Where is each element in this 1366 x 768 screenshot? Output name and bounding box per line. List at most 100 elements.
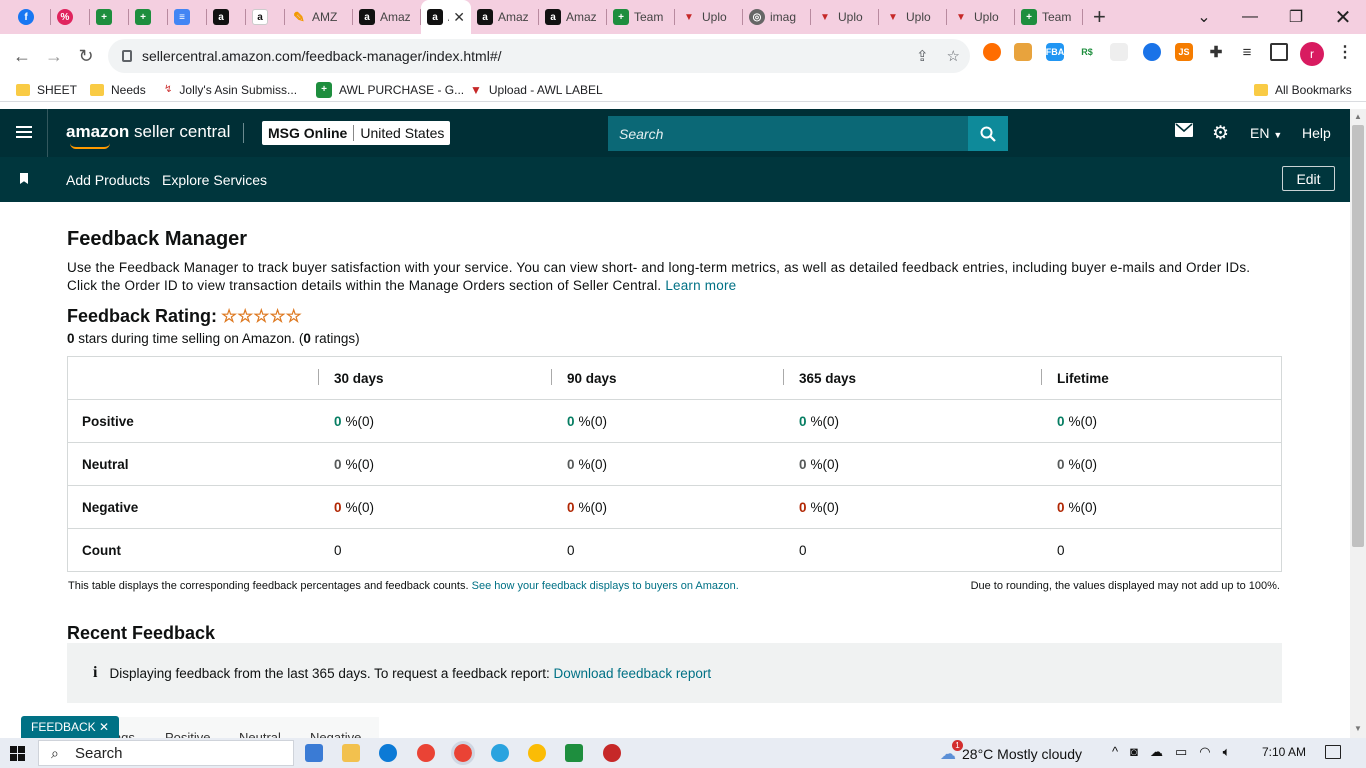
browser-tab[interactable]: a Amaz	[539, 0, 607, 34]
minimize-icon[interactable]: —	[1227, 0, 1273, 34]
row-label: Neutral	[82, 456, 129, 472]
browser-tab[interactable]: aA✕	[421, 0, 471, 34]
address-bar[interactable]: sellercentral.amazon.com/feedback-manage…	[108, 39, 970, 73]
scrollbar-thumb[interactable]	[1352, 125, 1364, 547]
hamburger-menu-icon[interactable]	[16, 126, 32, 139]
new-tab-icon[interactable]: +	[1083, 4, 1116, 30]
extension-rs-icon[interactable]: R$	[1078, 43, 1096, 61]
mail-icon[interactable]	[1175, 123, 1193, 140]
notifications-icon[interactable]	[1325, 745, 1341, 759]
forward-icon[interactable]: →	[38, 40, 70, 72]
site-info-icon[interactable]	[122, 50, 132, 62]
app-icon[interactable]	[603, 744, 621, 762]
tab-neutral[interactable]: Neutral	[239, 730, 281, 738]
scroll-down-icon[interactable]: ▼	[1354, 724, 1362, 733]
windows-start-icon[interactable]	[10, 746, 25, 761]
bookmark-awl-purchase[interactable]: + AWL PURCHASE - G...	[306, 81, 474, 98]
browser-tab[interactable]: %	[51, 0, 90, 34]
onedrive-icon[interactable]: ☁	[1150, 744, 1163, 760]
browser-tab[interactable]: ▼ Uplo	[879, 0, 947, 34]
upload-icon: ▼	[888, 11, 898, 23]
bookmark-icon[interactable]	[20, 173, 28, 184]
all-bookmarks[interactable]: All Bookmarks	[1244, 83, 1362, 97]
extension-js-icon[interactable]: JS	[1175, 43, 1193, 61]
browser-tab[interactable]: +	[129, 0, 168, 34]
bookmark-needs[interactable]: Needs	[80, 83, 156, 97]
share-icon[interactable]: ⇪	[916, 47, 929, 65]
close-window-icon[interactable]: ✕	[1320, 0, 1366, 34]
extension-fba-icon[interactable]: FBA	[1046, 43, 1064, 61]
nav-add-products[interactable]: Add Products	[66, 172, 150, 188]
browser-tab[interactable]: + Team	[1015, 0, 1083, 34]
nav-explore-services[interactable]: Explore Services	[162, 172, 267, 188]
bookmark-asin[interactable]: ↯ Jolly's Asin Submiss...	[154, 83, 307, 97]
telegram-icon[interactable]	[491, 744, 509, 762]
browser-tab[interactable]: ✎ AMZ	[285, 0, 353, 34]
bookmark-upload-awl[interactable]: ▼ Upload - AWL LABEL	[460, 83, 613, 97]
cell-percent: %(0)	[810, 413, 840, 429]
feedback-table: 30 days 90 days 365 days Lifetime Positive 0 …	[67, 356, 1282, 572]
volume-icon[interactable]: 🔈︎	[1223, 744, 1231, 760]
settings-gear-icon[interactable]: ⚙	[1212, 122, 1229, 145]
browser-tab[interactable]: a	[207, 0, 246, 34]
account-switcher[interactable]: MSG Online United States	[262, 121, 451, 145]
tray-app-icon[interactable]: ◙	[1130, 744, 1138, 760]
sheets-app-icon[interactable]	[565, 744, 583, 762]
bookmark-star-icon[interactable]: ☆	[947, 47, 960, 65]
browser-tab[interactable]: a Amaz	[471, 0, 539, 34]
tab-search-icon[interactable]: ⌄	[1181, 0, 1227, 34]
extension-bar-icon[interactable]	[1110, 43, 1128, 61]
browser-tab[interactable]: ▼ Uplo	[947, 0, 1015, 34]
extension-honey-icon[interactable]	[1014, 43, 1032, 61]
extension-firefox-icon[interactable]	[983, 43, 1001, 61]
chrome-active-icon[interactable]	[451, 741, 475, 765]
scroll-up-icon[interactable]: ▲	[1354, 112, 1362, 121]
browser-tab[interactable]: ◎ imag	[743, 0, 811, 34]
reload-icon[interactable]: ↻	[70, 40, 102, 72]
profile-avatar[interactable]: r	[1300, 42, 1324, 66]
url-text: sellercentral.amazon.com/feedback-manage…	[142, 48, 502, 64]
file-explorer-icon[interactable]	[342, 744, 360, 762]
tab-positive[interactable]: Positive	[165, 730, 211, 738]
browser-tab[interactable]: ▼ Uplo	[675, 0, 743, 34]
search-input[interactable]	[608, 116, 968, 151]
edge-icon[interactable]	[379, 744, 397, 762]
reading-list-icon[interactable]: ≡	[1238, 43, 1256, 61]
browser-tab[interactable]: f	[12, 0, 51, 34]
close-tab-icon[interactable]: ✕	[453, 9, 465, 26]
browser-tab[interactable]: ▼ Uplo	[811, 0, 879, 34]
task-view-icon[interactable]	[305, 744, 323, 762]
browser-tab[interactable]: a Amaz	[353, 0, 421, 34]
browser-tab[interactable]: +	[90, 0, 129, 34]
browser-tab[interactable]: ≡	[168, 0, 207, 34]
page-scrollbar[interactable]: ▲ ▼	[1350, 109, 1366, 738]
chrome-icon[interactable]	[417, 744, 435, 762]
clock[interactable]: 7:10 AM	[1262, 745, 1306, 759]
cell-value: 0	[334, 542, 342, 558]
maximize-icon[interactable]: ❐	[1273, 0, 1319, 34]
help-link[interactable]: Help	[1302, 125, 1331, 141]
learn-more-link[interactable]: Learn more	[665, 278, 736, 293]
seller-central-logo[interactable]: amazon seller central	[66, 122, 230, 149]
taskbar-search[interactable]: ⌕ Search	[38, 740, 294, 766]
cell-value: 0	[334, 413, 342, 429]
battery-icon[interactable]: ▭	[1175, 744, 1187, 760]
bookmark-sheet[interactable]: SHEET	[6, 83, 87, 97]
extension-puzzle-blue-icon[interactable]	[1143, 43, 1161, 61]
edit-nav-button[interactable]: Edit	[1282, 166, 1335, 191]
menu-kebab-icon[interactable]: ⋮	[1336, 43, 1354, 61]
browser-tab[interactable]: + Team	[607, 0, 675, 34]
tab-negative[interactable]: Negative	[310, 730, 361, 738]
back-icon[interactable]: ←	[6, 40, 38, 72]
tray-chevron-icon[interactable]: ^	[1112, 744, 1118, 760]
feedback-button[interactable]: FEEDBACK ✕	[21, 716, 120, 738]
wifi-icon[interactable]: ◠	[1199, 744, 1210, 760]
browser-tab[interactable]: a	[246, 0, 285, 34]
feedback-display-link[interactable]: See how your feedback displays to buyers…	[472, 580, 739, 592]
search-button[interactable]	[968, 116, 1008, 151]
language-selector[interactable]: EN ▼	[1250, 125, 1282, 141]
extensions-puzzle-icon[interactable]: ✚	[1207, 43, 1225, 61]
side-panel-icon[interactable]	[1270, 43, 1288, 61]
download-feedback-report-link[interactable]: Download feedback report	[553, 666, 711, 681]
chrome-profile-icon[interactable]	[528, 744, 546, 762]
